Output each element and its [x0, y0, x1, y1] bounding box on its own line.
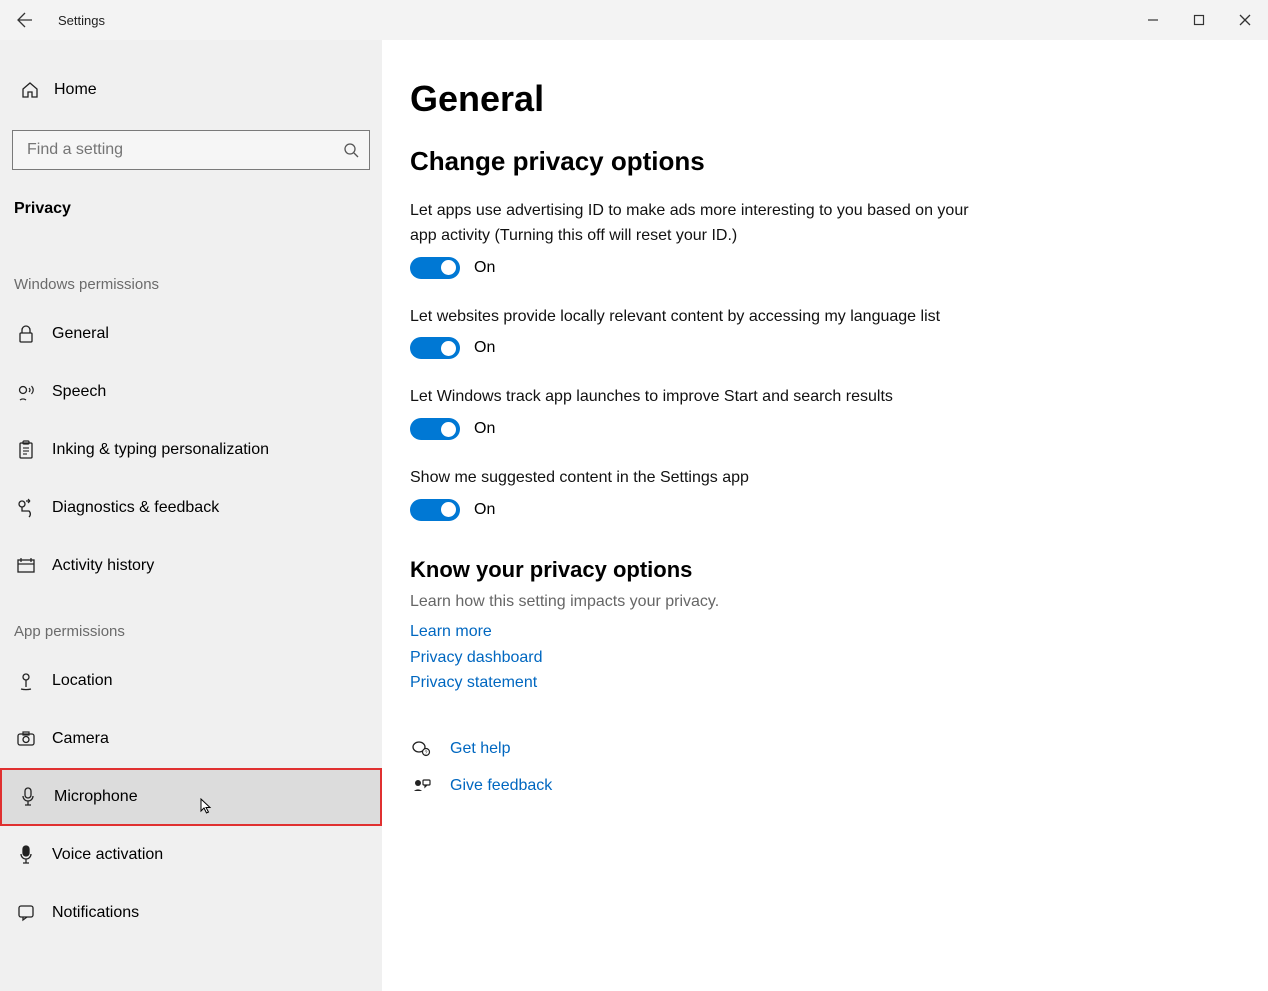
speech-icon — [14, 382, 38, 402]
toggle-advertising-id[interactable] — [410, 257, 460, 279]
window-controls — [1130, 0, 1268, 40]
toggle-suggested-content[interactable] — [410, 499, 460, 521]
setting-desc: Let apps use advertising ID to make ads … — [410, 199, 970, 249]
toggle-app-launches[interactable] — [410, 418, 460, 440]
location-icon — [14, 671, 38, 691]
section-header-windows: Windows permissions — [0, 248, 382, 305]
back-button[interactable] — [0, 0, 50, 40]
know-title: Know your privacy options — [410, 557, 1228, 583]
sidebar-item-speech[interactable]: Speech — [0, 363, 382, 421]
sidebar-item-activity[interactable]: Activity history — [0, 537, 382, 595]
activity-history-icon — [14, 557, 38, 575]
feedback-icon — [410, 777, 432, 795]
sidebar-item-label: Inking & typing personalization — [52, 441, 269, 459]
setting-desc: Show me suggested content in the Setting… — [410, 466, 970, 491]
sidebar-item-label: Notifications — [52, 904, 139, 922]
svg-text:?: ? — [425, 750, 428, 756]
link-privacy-dashboard[interactable]: Privacy dashboard — [410, 645, 1228, 671]
search-icon — [343, 142, 359, 158]
sidebar-item-label: Voice activation — [52, 846, 163, 864]
sidebar-item-label: Speech — [52, 383, 106, 401]
section-header-app: App permissions — [0, 595, 382, 652]
app-title: Settings — [58, 13, 105, 28]
search-input[interactable] — [27, 141, 343, 159]
get-help-link[interactable]: Get help — [450, 736, 510, 762]
sidebar-item-inking[interactable]: Inking & typing personalization — [0, 421, 382, 479]
search-input-wrapper[interactable] — [12, 130, 370, 170]
setting-desc: Let Windows track app launches to improv… — [410, 385, 970, 410]
toggle-state: On — [474, 339, 495, 357]
sidebar-item-notifications[interactable]: Notifications — [0, 884, 382, 942]
sidebar-item-microphone[interactable]: Microphone — [0, 768, 382, 826]
toggle-state: On — [474, 501, 495, 519]
help-icon: ? — [410, 740, 432, 758]
category-title: Privacy — [0, 190, 382, 248]
sidebar-item-diagnostics[interactable]: Diagnostics & feedback — [0, 479, 382, 537]
cursor-icon — [200, 798, 214, 816]
feedback-row[interactable]: Give feedback — [410, 773, 1228, 799]
link-privacy-statement[interactable]: Privacy statement — [410, 670, 1228, 696]
sidebar-item-label: Location — [52, 672, 113, 690]
page-title: General — [410, 78, 1228, 120]
voice-activation-icon — [14, 845, 38, 865]
toggle-state: On — [474, 420, 495, 438]
setting-suggested-content: Show me suggested content in the Setting… — [410, 466, 970, 521]
home-icon — [18, 80, 42, 100]
maximize-button[interactable] — [1176, 0, 1222, 40]
close-icon — [1239, 14, 1251, 26]
clipboard-icon — [14, 440, 38, 460]
sidebar: Home Privacy Windows permissions General… — [0, 40, 382, 991]
camera-icon — [14, 731, 38, 747]
sidebar-item-label: Diagnostics & feedback — [52, 499, 219, 517]
toggle-language-list[interactable] — [410, 337, 460, 359]
sidebar-item-label: General — [52, 325, 109, 343]
diagnostics-icon — [14, 498, 38, 518]
sidebar-home-label: Home — [54, 81, 97, 99]
give-feedback-link[interactable]: Give feedback — [450, 773, 552, 799]
setting-desc: Let websites provide locally relevant co… — [410, 305, 970, 330]
minimize-icon — [1147, 14, 1159, 26]
sidebar-item-location[interactable]: Location — [0, 652, 382, 710]
know-subtext: Learn how this setting impacts your priv… — [410, 593, 1228, 611]
sidebar-item-voice-activation[interactable]: Voice activation — [0, 826, 382, 884]
sidebar-item-general[interactable]: General — [0, 305, 382, 363]
content-area: General Change privacy options Let apps … — [382, 40, 1268, 991]
close-button[interactable] — [1222, 0, 1268, 40]
section-title: Change privacy options — [410, 146, 1228, 177]
sidebar-item-label: Activity history — [52, 557, 154, 575]
microphone-icon — [16, 787, 40, 807]
toggle-state: On — [474, 259, 495, 277]
help-row[interactable]: ? Get help — [410, 736, 1228, 762]
notifications-icon — [14, 904, 38, 922]
sidebar-item-label: Microphone — [54, 788, 138, 806]
link-learn-more[interactable]: Learn more — [410, 619, 1228, 645]
minimize-button[interactable] — [1130, 0, 1176, 40]
sidebar-item-camera[interactable]: Camera — [0, 710, 382, 768]
arrow-left-icon — [17, 12, 33, 28]
sidebar-item-label: Camera — [52, 730, 109, 748]
maximize-icon — [1193, 14, 1205, 26]
setting-language-list: Let websites provide locally relevant co… — [410, 305, 970, 360]
lock-icon — [14, 324, 38, 344]
setting-app-launches: Let Windows track app launches to improv… — [410, 385, 970, 440]
sidebar-home[interactable]: Home — [0, 70, 382, 110]
titlebar: Settings — [0, 0, 1268, 40]
setting-advertising-id: Let apps use advertising ID to make ads … — [410, 199, 970, 279]
